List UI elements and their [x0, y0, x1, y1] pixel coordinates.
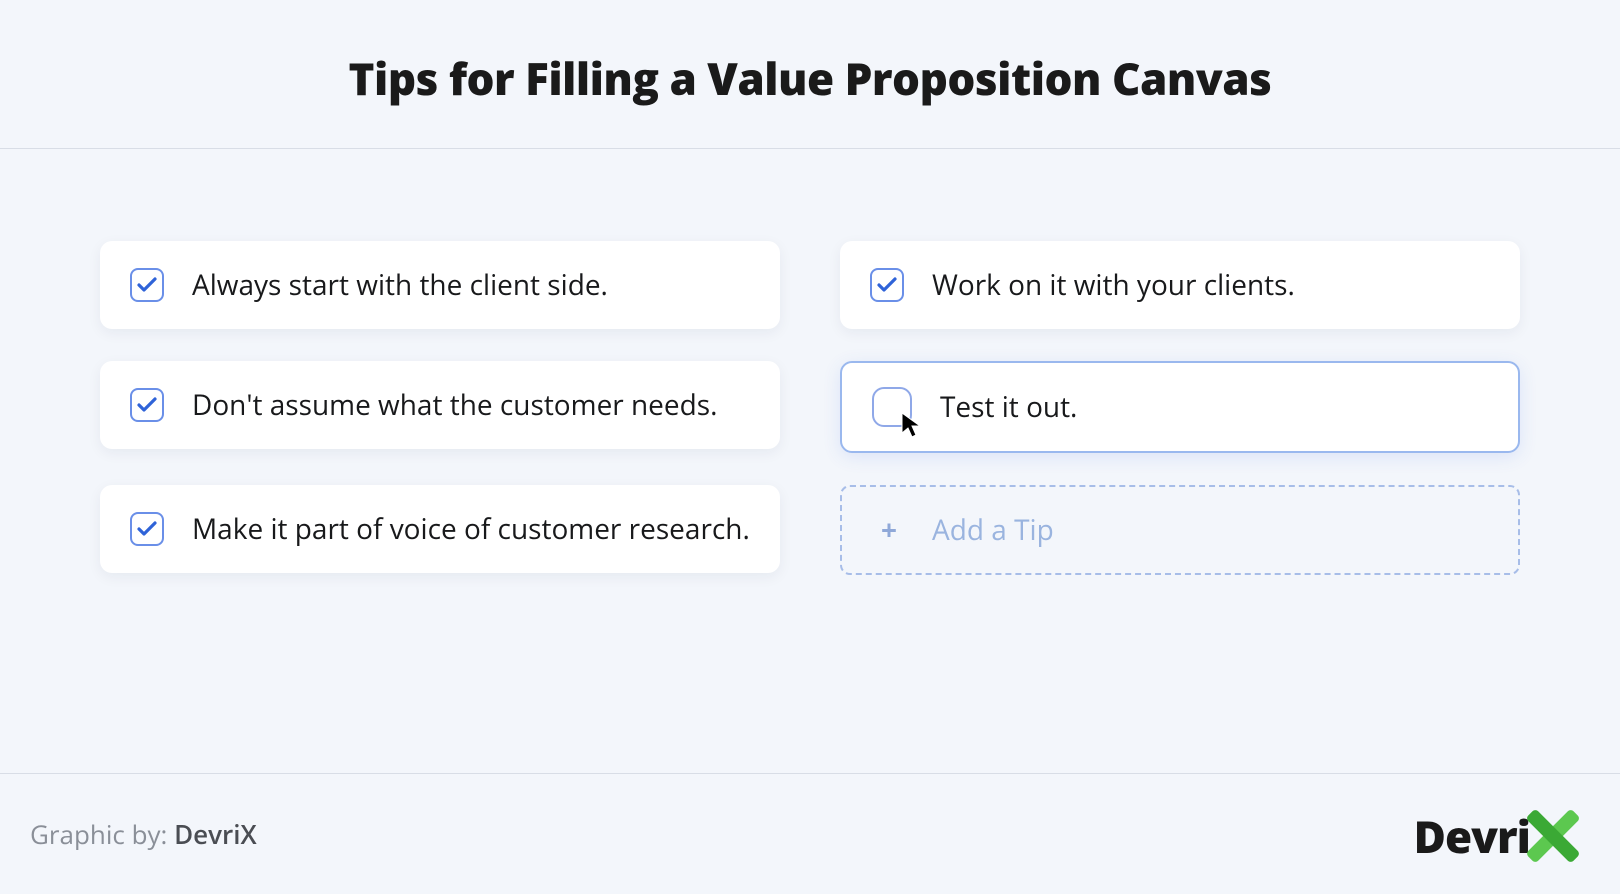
plus-icon: + — [872, 511, 906, 549]
tips-grid: Always start with the client side. Work … — [0, 149, 1620, 575]
tip-card[interactable]: Always start with the client side. — [100, 241, 780, 329]
checkbox-checked[interactable] — [130, 268, 164, 302]
tip-text: Always start with the client side. — [192, 267, 608, 303]
check-icon — [877, 277, 897, 293]
page-title: Tips for Filling a Value Proposition Can… — [0, 48, 1620, 108]
checkbox-checked[interactable] — [870, 268, 904, 302]
tip-card[interactable]: Work on it with your clients. — [840, 241, 1520, 329]
checkbox-unchecked[interactable] — [872, 387, 912, 427]
logo-x-icon — [1526, 809, 1580, 863]
check-icon — [137, 521, 157, 537]
header: Tips for Filling a Value Proposition Can… — [0, 0, 1620, 148]
tip-text: Make it part of voice of customer resear… — [192, 511, 750, 547]
logo-text: Devri — [1414, 806, 1530, 866]
check-icon — [137, 277, 157, 293]
tip-text: Don't assume what the customer needs. — [192, 387, 717, 423]
divider-bottom — [0, 773, 1620, 774]
tip-text: Test it out. — [940, 389, 1077, 425]
devrix-logo: Devri — [1414, 806, 1580, 866]
footer-prefix: Graphic by: — [30, 816, 174, 852]
checkbox-checked[interactable] — [130, 388, 164, 422]
tip-card[interactable]: Make it part of voice of customer resear… — [100, 485, 780, 573]
footer-brand: DevriX — [174, 816, 257, 852]
add-tip-button[interactable]: + Add a Tip — [840, 485, 1520, 575]
tip-card-active[interactable]: Test it out. — [840, 361, 1520, 453]
check-icon — [137, 397, 157, 413]
tip-card[interactable]: Don't assume what the customer needs. — [100, 361, 780, 449]
footer-attribution: Graphic by: DevriX — [30, 816, 257, 852]
add-tip-label: Add a Tip — [932, 511, 1054, 549]
checkbox-checked[interactable] — [130, 512, 164, 546]
tip-text: Work on it with your clients. — [932, 267, 1295, 303]
